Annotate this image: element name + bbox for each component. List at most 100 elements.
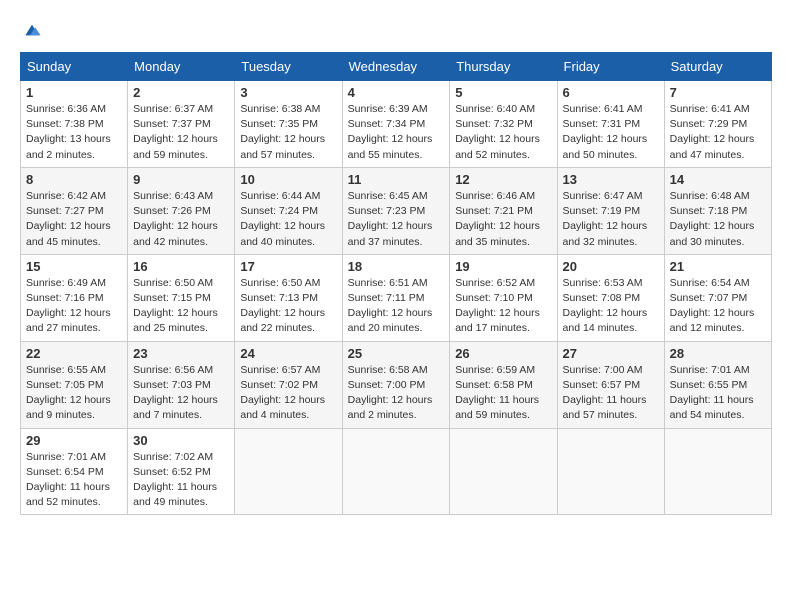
day-content: Sunrise: 6:51 AMSunset: 7:11 PMDaylight:… [348, 276, 445, 337]
day-number: 2 [133, 85, 229, 100]
weekday-header-row: SundayMondayTuesdayWednesdayThursdayFrid… [21, 53, 772, 81]
day-content: Sunrise: 6:37 AMSunset: 7:37 PMDaylight:… [133, 102, 229, 163]
day-content: Sunrise: 6:53 AMSunset: 7:08 PMDaylight:… [563, 276, 659, 337]
day-number: 16 [133, 259, 229, 274]
day-number: 5 [455, 85, 551, 100]
day-number: 7 [670, 85, 766, 100]
calendar-cell: 7 Sunrise: 6:41 AMSunset: 7:29 PMDaylight… [664, 81, 771, 168]
day-number: 14 [670, 172, 766, 187]
day-content: Sunrise: 7:00 AMSunset: 6:57 PMDaylight:… [563, 363, 659, 424]
calendar-cell: 10Sunrise: 6:44 AMSunset: 7:24 PMDayligh… [235, 167, 342, 254]
calendar-cell: 2 Sunrise: 6:37 AMSunset: 7:37 PMDaylight… [128, 81, 235, 168]
day-number: 24 [240, 346, 336, 361]
day-content: Sunrise: 7:02 AMSunset: 6:52 PMDaylight:… [133, 450, 229, 511]
day-content: Sunrise: 6:42 AMSunset: 7:27 PMDaylight:… [26, 189, 122, 250]
day-number: 25 [348, 346, 445, 361]
weekday-header-wednesday: Wednesday [342, 53, 450, 81]
weekday-header-saturday: Saturday [664, 53, 771, 81]
calendar-cell [342, 428, 450, 515]
day-content: Sunrise: 6:57 AMSunset: 7:02 PMDaylight:… [240, 363, 336, 424]
day-number: 13 [563, 172, 659, 187]
calendar-cell: 13 Sunrise: 6:47 AMSunset: 7:19 PMDayligh… [557, 167, 664, 254]
day-number: 30 [133, 433, 229, 448]
calendar-cell: 24 Sunrise: 6:57 AMSunset: 7:02 PMDayligh… [235, 341, 342, 428]
day-number: 26 [455, 346, 551, 361]
weekday-header-sunday: Sunday [21, 53, 128, 81]
day-content: Sunrise: 6:43 AMSunset: 7:26 PMDaylight:… [133, 189, 229, 250]
weekday-header-thursday: Thursday [450, 53, 557, 81]
calendar-cell: 3 Sunrise: 6:38 AMSunset: 7:35 PMDaylight… [235, 81, 342, 168]
day-number: 6 [563, 85, 659, 100]
day-content: Sunrise: 6:41 AMSunset: 7:31 PMDaylight:… [563, 102, 659, 163]
week-row-4: 22 Sunrise: 6:55 AMSunset: 7:05 PMDayligh… [21, 341, 772, 428]
calendar-cell: 11 Sunrise: 6:45 AMSunset: 7:23 PMDayligh… [342, 167, 450, 254]
day-content: Sunrise: 6:50 AMSunset: 7:13 PMDaylight:… [240, 276, 336, 337]
day-content: Sunrise: 6:39 AMSunset: 7:34 PMDaylight:… [348, 102, 445, 163]
day-content: Sunrise: 6:55 AMSunset: 7:05 PMDaylight:… [26, 363, 122, 424]
day-content: Sunrise: 6:59 AMSunset: 6:58 PMDaylight:… [455, 363, 551, 424]
calendar-cell: 1Sunrise: 6:36 AMSunset: 7:38 PMDaylight… [21, 81, 128, 168]
day-content: Sunrise: 6:52 AMSunset: 7:10 PMDaylight:… [455, 276, 551, 337]
calendar-cell: 17 Sunrise: 6:50 AMSunset: 7:13 PMDayligh… [235, 254, 342, 341]
day-content: Sunrise: 7:01 AMSunset: 6:54 PMDaylight:… [26, 450, 122, 511]
day-content: Sunrise: 6:38 AMSunset: 7:35 PMDaylight:… [240, 102, 336, 163]
day-content: Sunrise: 6:56 AMSunset: 7:03 PMDaylight:… [133, 363, 229, 424]
day-number: 27 [563, 346, 659, 361]
logo-icon [22, 20, 42, 40]
day-content: Sunrise: 6:45 AMSunset: 7:23 PMDaylight:… [348, 189, 445, 250]
day-content: Sunrise: 6:46 AMSunset: 7:21 PMDaylight:… [455, 189, 551, 250]
day-number: 28 [670, 346, 766, 361]
calendar-cell: 6 Sunrise: 6:41 AMSunset: 7:31 PMDaylight… [557, 81, 664, 168]
calendar-cell [557, 428, 664, 515]
week-row-1: 1Sunrise: 6:36 AMSunset: 7:38 PMDaylight… [21, 81, 772, 168]
calendar-cell [664, 428, 771, 515]
week-row-3: 15Sunrise: 6:49 AMSunset: 7:16 PMDayligh… [21, 254, 772, 341]
calendar-cell: 14Sunrise: 6:48 AMSunset: 7:18 PMDayligh… [664, 167, 771, 254]
logo [20, 20, 42, 40]
weekday-header-monday: Monday [128, 53, 235, 81]
calendar-cell [235, 428, 342, 515]
day-number: 17 [240, 259, 336, 274]
day-number: 19 [455, 259, 551, 274]
weekday-header-tuesday: Tuesday [235, 53, 342, 81]
week-row-5: 29 Sunrise: 7:01 AMSunset: 6:54 PMDayligh… [21, 428, 772, 515]
day-number: 12 [455, 172, 551, 187]
day-content: Sunrise: 6:50 AMSunset: 7:15 PMDaylight:… [133, 276, 229, 337]
day-number: 22 [26, 346, 122, 361]
calendar-cell [450, 428, 557, 515]
day-content: Sunrise: 6:54 AMSunset: 7:07 PMDaylight:… [670, 276, 766, 337]
calendar-cell: 28 Sunrise: 7:01 AMSunset: 6:55 PMDayligh… [664, 341, 771, 428]
day-number: 3 [240, 85, 336, 100]
calendar-cell: 22 Sunrise: 6:55 AMSunset: 7:05 PMDayligh… [21, 341, 128, 428]
calendar-cell: 4 Sunrise: 6:39 AMSunset: 7:34 PMDaylight… [342, 81, 450, 168]
day-number: 15 [26, 259, 122, 274]
day-number: 8 [26, 172, 122, 187]
day-number: 11 [348, 172, 445, 187]
calendar-cell: 19 Sunrise: 6:52 AMSunset: 7:10 PMDayligh… [450, 254, 557, 341]
calendar-cell: 23Sunrise: 6:56 AMSunset: 7:03 PMDayligh… [128, 341, 235, 428]
calendar-cell: 26 Sunrise: 6:59 AMSunset: 6:58 PMDayligh… [450, 341, 557, 428]
calendar-cell: 21 Sunrise: 6:54 AMSunset: 7:07 PMDayligh… [664, 254, 771, 341]
calendar-cell: 27 Sunrise: 7:00 AMSunset: 6:57 PMDayligh… [557, 341, 664, 428]
week-row-2: 8 Sunrise: 6:42 AMSunset: 7:27 PMDaylight… [21, 167, 772, 254]
day-content: Sunrise: 7:01 AMSunset: 6:55 PMDaylight:… [670, 363, 766, 424]
calendar-cell: 25 Sunrise: 6:58 AMSunset: 7:00 PMDayligh… [342, 341, 450, 428]
day-number: 9 [133, 172, 229, 187]
calendar-cell: 15Sunrise: 6:49 AMSunset: 7:16 PMDayligh… [21, 254, 128, 341]
day-number: 4 [348, 85, 445, 100]
day-content: Sunrise: 6:41 AMSunset: 7:29 PMDaylight:… [670, 102, 766, 163]
day-number: 29 [26, 433, 122, 448]
day-content: Sunrise: 6:44 AMSunset: 7:24 PMDaylight:… [240, 189, 336, 250]
calendar-cell: 20 Sunrise: 6:53 AMSunset: 7:08 PMDayligh… [557, 254, 664, 341]
day-number: 21 [670, 259, 766, 274]
calendar-cell: 9 Sunrise: 6:43 AMSunset: 7:26 PMDaylight… [128, 167, 235, 254]
calendar-cell: 18Sunrise: 6:51 AMSunset: 7:11 PMDayligh… [342, 254, 450, 341]
calendar-cell: 12 Sunrise: 6:46 AMSunset: 7:21 PMDayligh… [450, 167, 557, 254]
page-header [20, 20, 772, 40]
day-content: Sunrise: 6:36 AMSunset: 7:38 PMDaylight:… [26, 102, 122, 163]
day-number: 20 [563, 259, 659, 274]
calendar-cell: 16 Sunrise: 6:50 AMSunset: 7:15 PMDayligh… [128, 254, 235, 341]
calendar-cell: 30 Sunrise: 7:02 AMSunset: 6:52 PMDayligh… [128, 428, 235, 515]
day-content: Sunrise: 6:58 AMSunset: 7:00 PMDaylight:… [348, 363, 445, 424]
day-content: Sunrise: 6:47 AMSunset: 7:19 PMDaylight:… [563, 189, 659, 250]
